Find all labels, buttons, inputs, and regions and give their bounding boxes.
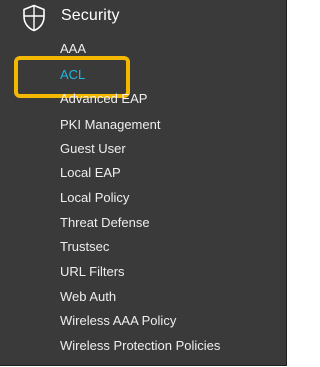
menu-item-guest-user[interactable]: Guest User	[60, 141, 126, 156]
menu-item-advanced-eap[interactable]: Advanced EAP	[60, 91, 147, 106]
menu-item-wireless-protection-policies[interactable]: Wireless Protection Policies	[60, 338, 220, 353]
security-section-header[interactable]: Security	[0, 0, 286, 38]
menu-item-url-filters[interactable]: URL Filters	[60, 264, 125, 279]
menu-item-local-policy[interactable]: Local Policy	[60, 190, 129, 205]
menu-item-web-auth[interactable]: Web Auth	[60, 289, 116, 304]
menu-item-pki-management[interactable]: PKI Management	[60, 117, 160, 132]
menu-item-acl[interactable]: ACL	[60, 67, 85, 82]
shield-icon	[22, 4, 46, 32]
menu-item-wireless-aaa-policy[interactable]: Wireless AAA Policy	[60, 313, 176, 328]
menu-item-local-eap[interactable]: Local EAP	[60, 165, 121, 180]
menu-item-aaa[interactable]: AAA	[60, 41, 86, 56]
menu-item-threat-defense[interactable]: Threat Defense	[60, 215, 150, 230]
section-title: Security	[61, 7, 120, 24]
menu-item-trustsec[interactable]: Trustsec	[60, 239, 109, 254]
security-menu-panel: Security AAA ACL Advanced EAP PKI Manage…	[0, 0, 287, 366]
